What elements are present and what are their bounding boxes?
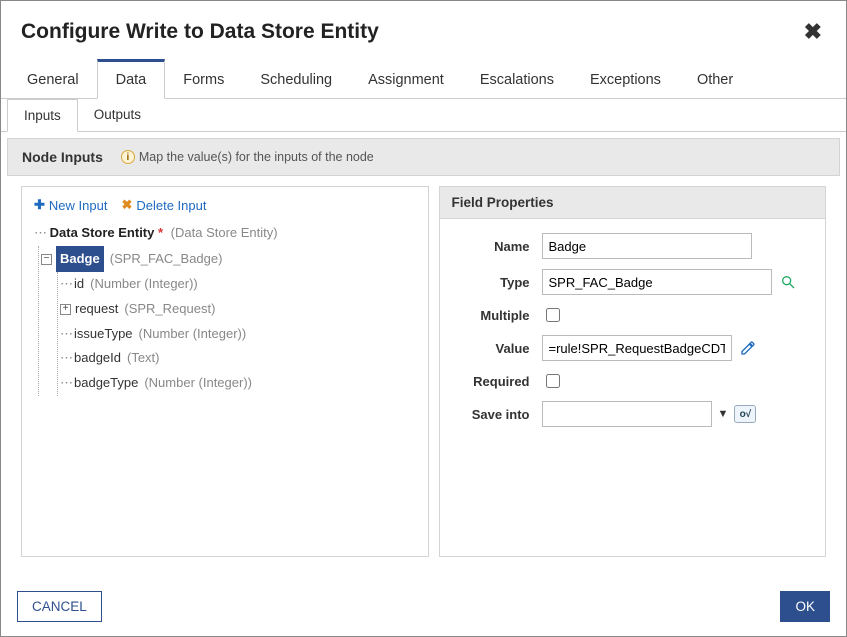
expression-toggle-icon[interactable]: o√ — [734, 405, 756, 423]
field-properties-form: Name Type Multiple — [440, 219, 826, 451]
plus-icon: ✚ — [34, 197, 45, 213]
label-value: Value — [452, 341, 542, 356]
tree-connector: ⋯ — [60, 272, 72, 297]
row-required: Required — [452, 371, 814, 391]
row-name: Name — [452, 233, 814, 259]
tree-node-issuetype[interactable]: ⋯ issueType (Number (Integer)) — [60, 322, 418, 347]
node-label: badgeId — [74, 346, 121, 371]
tab-assignment[interactable]: Assignment — [350, 59, 462, 98]
node-type: (Number (Integer)) — [144, 371, 252, 396]
section-header: Node Inputs i Map the value(s) for the i… — [7, 138, 840, 176]
section-hint: i Map the value(s) for the inputs of the… — [121, 150, 374, 164]
tree-node-id[interactable]: ⋯ id (Number (Integer)) — [60, 272, 418, 297]
dialog: Configure Write to Data Store Entity ✖ G… — [0, 0, 847, 637]
type-picker-icon[interactable] — [778, 272, 798, 292]
new-input-button[interactable]: ✚ New Input — [34, 197, 107, 213]
row-value: Value — [452, 335, 814, 361]
save-into-field[interactable] — [542, 401, 712, 427]
section-title: Node Inputs — [22, 149, 103, 165]
node-label: issueType — [74, 322, 133, 347]
tab-exceptions[interactable]: Exceptions — [572, 59, 679, 98]
node-type: (Number (Integer)) — [139, 322, 247, 347]
tab-forms[interactable]: Forms — [165, 59, 242, 98]
selected-node-type: (SPR_FAC_Badge) — [110, 247, 223, 272]
inputs-tree: ⋯ Data Store Entity (Data Store Entity) … — [32, 221, 418, 396]
field-properties-panel: Field Properties Name Type Mul — [439, 186, 827, 557]
node-label: request — [75, 297, 118, 322]
tab-scheduling[interactable]: Scheduling — [242, 59, 350, 98]
tree-node-badgetype[interactable]: ⋯ badgeType (Number (Integer)) — [60, 371, 418, 396]
ok-button[interactable]: OK — [780, 591, 830, 622]
tree-connector: ⋯ — [34, 221, 46, 246]
tabs-secondary: Inputs Outputs — [1, 99, 846, 132]
tab-other[interactable]: Other — [679, 59, 751, 98]
required-checkbox[interactable] — [546, 374, 560, 388]
cancel-button[interactable]: CANCEL — [17, 591, 102, 622]
panels: ✚ New Input ✖ Delete Input ⋯ Data Store … — [7, 176, 840, 571]
delete-icon: ✖ — [121, 197, 132, 213]
tree-level-2: ⋯ id (Number (Integer)) + request (SPR_R… — [57, 272, 418, 395]
tree-connector: ⋯ — [60, 322, 72, 347]
root-type: (Data Store Entity) — [171, 225, 278, 240]
new-input-label: New Input — [49, 198, 108, 213]
tabs-primary: General Data Forms Scheduling Assignment… — [1, 59, 846, 99]
tree-node-request[interactable]: + request (SPR_Request) — [60, 297, 418, 322]
multiple-checkbox[interactable] — [546, 308, 560, 322]
delete-input-button[interactable]: ✖ Delete Input — [121, 197, 206, 213]
tree-toolbar: ✚ New Input ✖ Delete Input — [32, 195, 418, 221]
info-icon: i — [121, 150, 135, 164]
tree-node-badge[interactable]: − Badge (SPR_FAC_Badge) — [41, 246, 418, 273]
value-field[interactable] — [542, 335, 732, 361]
tab-outputs[interactable]: Outputs — [78, 99, 157, 131]
node-label: badgeType — [74, 371, 138, 396]
row-save-into: Save into ▼ o√ — [452, 401, 814, 427]
node-type: (Number (Integer)) — [90, 272, 198, 297]
dialog-footer: CANCEL OK — [1, 577, 846, 636]
expand-icon[interactable]: + — [60, 304, 71, 315]
tree-connector: ⋯ — [60, 371, 72, 396]
content-area: Node Inputs i Map the value(s) for the i… — [1, 132, 846, 577]
name-field[interactable] — [542, 233, 752, 259]
tree-root[interactable]: ⋯ Data Store Entity (Data Store Entity) — [32, 221, 418, 246]
label-multiple: Multiple — [452, 308, 542, 323]
tree-connector: ⋯ — [60, 346, 72, 371]
tab-data[interactable]: Data — [97, 59, 166, 99]
dialog-header: Configure Write to Data Store Entity ✖ — [1, 1, 846, 59]
row-multiple: Multiple — [452, 305, 814, 325]
selected-node-label: Badge — [56, 246, 104, 273]
tab-general[interactable]: General — [9, 59, 97, 98]
label-name: Name — [452, 239, 542, 254]
type-field[interactable] — [542, 269, 772, 295]
tree-level-1: − Badge (SPR_FAC_Badge) ⋯ id (Number (In… — [38, 246, 418, 396]
label-save-into: Save into — [452, 407, 542, 422]
dialog-title: Configure Write to Data Store Entity — [21, 20, 379, 44]
section-hint-text: Map the value(s) for the inputs of the n… — [139, 150, 374, 164]
save-into-dropdown-icon[interactable]: ▼ — [718, 408, 729, 420]
tree-node-badgeid[interactable]: ⋯ badgeId (Text) — [60, 346, 418, 371]
label-required: Required — [452, 374, 542, 389]
root-label: Data Store Entity — [50, 225, 163, 240]
field-properties-header: Field Properties — [440, 187, 826, 219]
label-type: Type — [452, 275, 542, 290]
collapse-icon[interactable]: − — [41, 254, 52, 265]
tab-escalations[interactable]: Escalations — [462, 59, 572, 98]
node-type: (SPR_Request) — [124, 297, 215, 322]
row-type: Type — [452, 269, 814, 295]
expression-editor-icon[interactable] — [738, 338, 758, 358]
node-type: (Text) — [127, 346, 160, 371]
tab-inputs[interactable]: Inputs — [7, 99, 78, 132]
delete-input-label: Delete Input — [136, 198, 206, 213]
close-icon[interactable]: ✖ — [800, 19, 826, 45]
inputs-tree-panel: ✚ New Input ✖ Delete Input ⋯ Data Store … — [21, 186, 429, 557]
node-label: id — [74, 272, 84, 297]
